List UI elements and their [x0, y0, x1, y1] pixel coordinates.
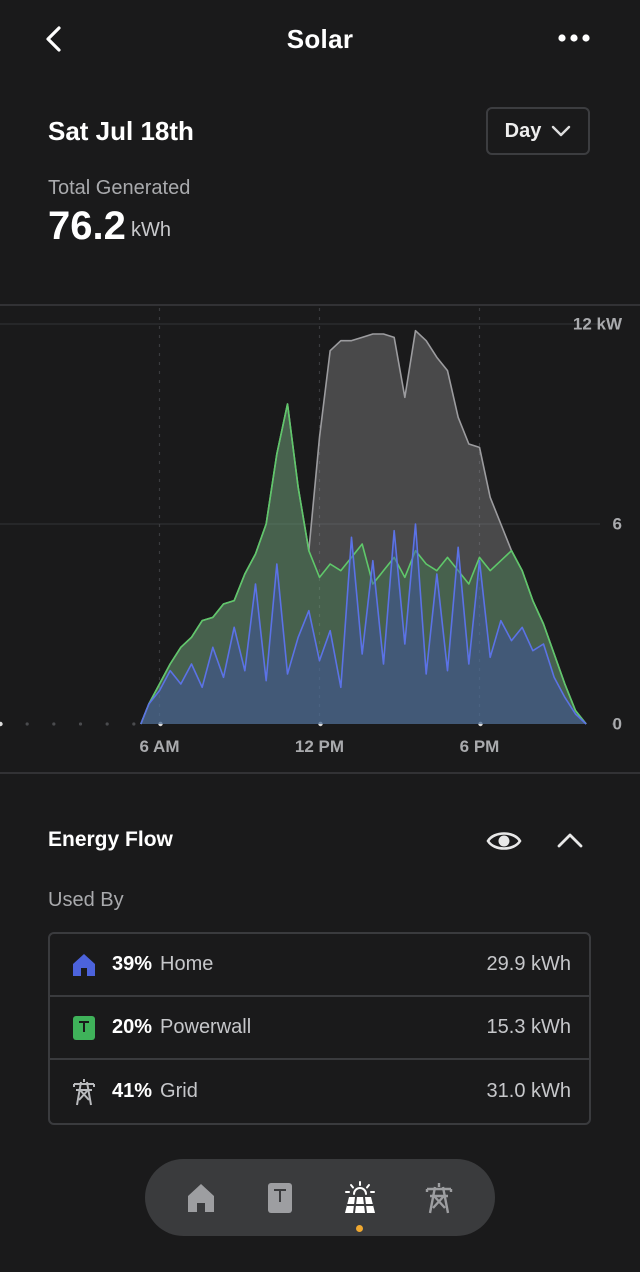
chart-x-tick-label: 6 PM	[460, 737, 500, 756]
flow-name: Grid	[160, 1080, 198, 1102]
flow-row-grid[interactable]: 41% Grid 31.0 kWh	[50, 1060, 589, 1123]
transmission-tower-icon	[425, 1182, 453, 1213]
transmission-tower-icon	[70, 1078, 98, 1106]
selected-date[interactable]: Sat Jul 18th	[48, 116, 194, 147]
eye-icon[interactable]	[486, 826, 522, 856]
chevron-up-icon[interactable]	[554, 826, 586, 856]
tab-solar[interactable]	[332, 1159, 388, 1236]
energy-flow-title: Energy Flow	[48, 828, 173, 851]
page-title: Solar	[286, 24, 354, 54]
home-icon	[70, 951, 98, 979]
flow-name: Home	[160, 953, 214, 975]
total-generated-label: Total Generated	[48, 177, 191, 199]
chart-y-tick-label: 0	[613, 714, 622, 733]
chart-y-tick-label: 12 kW	[573, 314, 623, 333]
more-options-button[interactable]	[556, 30, 592, 46]
chart-baseline-dot	[132, 722, 136, 726]
flow-kwh: 31.0 kWh	[486, 1080, 571, 1102]
flow-kwh: 15.3 kWh	[486, 1016, 571, 1038]
flow-row-powerwall[interactable]: 20% Powerwall 15.3 kWh	[50, 997, 589, 1060]
range-dropdown[interactable]: Day	[486, 107, 590, 155]
flow-name: Powerwall	[160, 1016, 252, 1038]
chart-baseline-dot	[25, 722, 29, 726]
chart-y-tick-label: 6	[613, 514, 622, 533]
chevron-down-icon	[552, 125, 571, 137]
bottom-tab-bar	[145, 1159, 495, 1236]
used-by-label: Used By	[48, 889, 124, 911]
chart-baseline-dot	[105, 722, 109, 726]
home-icon	[188, 1183, 214, 1212]
chart-baseline-dot	[0, 721, 3, 727]
chart-x-tick-label: 12 PM	[295, 737, 344, 756]
top-bar: Solar	[0, 0, 640, 80]
range-label: Day	[504, 119, 542, 142]
total-generated-value: 76.2	[48, 204, 126, 248]
flow-kwh: 29.9 kWh	[486, 953, 571, 975]
tab-home[interactable]	[173, 1159, 229, 1236]
powerwall-icon	[70, 1014, 98, 1042]
total-generated-unit: kWh	[131, 219, 171, 241]
flow-row-home[interactable]: 39% Home 29.9 kWh	[50, 934, 589, 997]
chart-baseline-dot	[78, 722, 83, 726]
flow-percent: 20%	[112, 1016, 153, 1038]
powerwall-icon	[268, 1182, 292, 1213]
chart-baseline-dot	[52, 722, 56, 726]
chart-x-tick-label: 6 AM	[140, 737, 180, 756]
solar-power-chart[interactable]: 12 kW 6 0 6 AM 12 PM 6 PM	[0, 300, 640, 780]
flow-percent: 41%	[112, 1080, 153, 1102]
flow-percent: 39%	[112, 953, 153, 975]
energy-flow-table: 39% Home 29.9 kWh 20% Powerwall 15.3 kWh…	[48, 932, 591, 1125]
solar-icon	[345, 1180, 375, 1213]
tab-powerwall[interactable]	[252, 1159, 308, 1236]
tab-grid[interactable]	[411, 1159, 467, 1236]
active-tab-indicator	[356, 1225, 363, 1232]
